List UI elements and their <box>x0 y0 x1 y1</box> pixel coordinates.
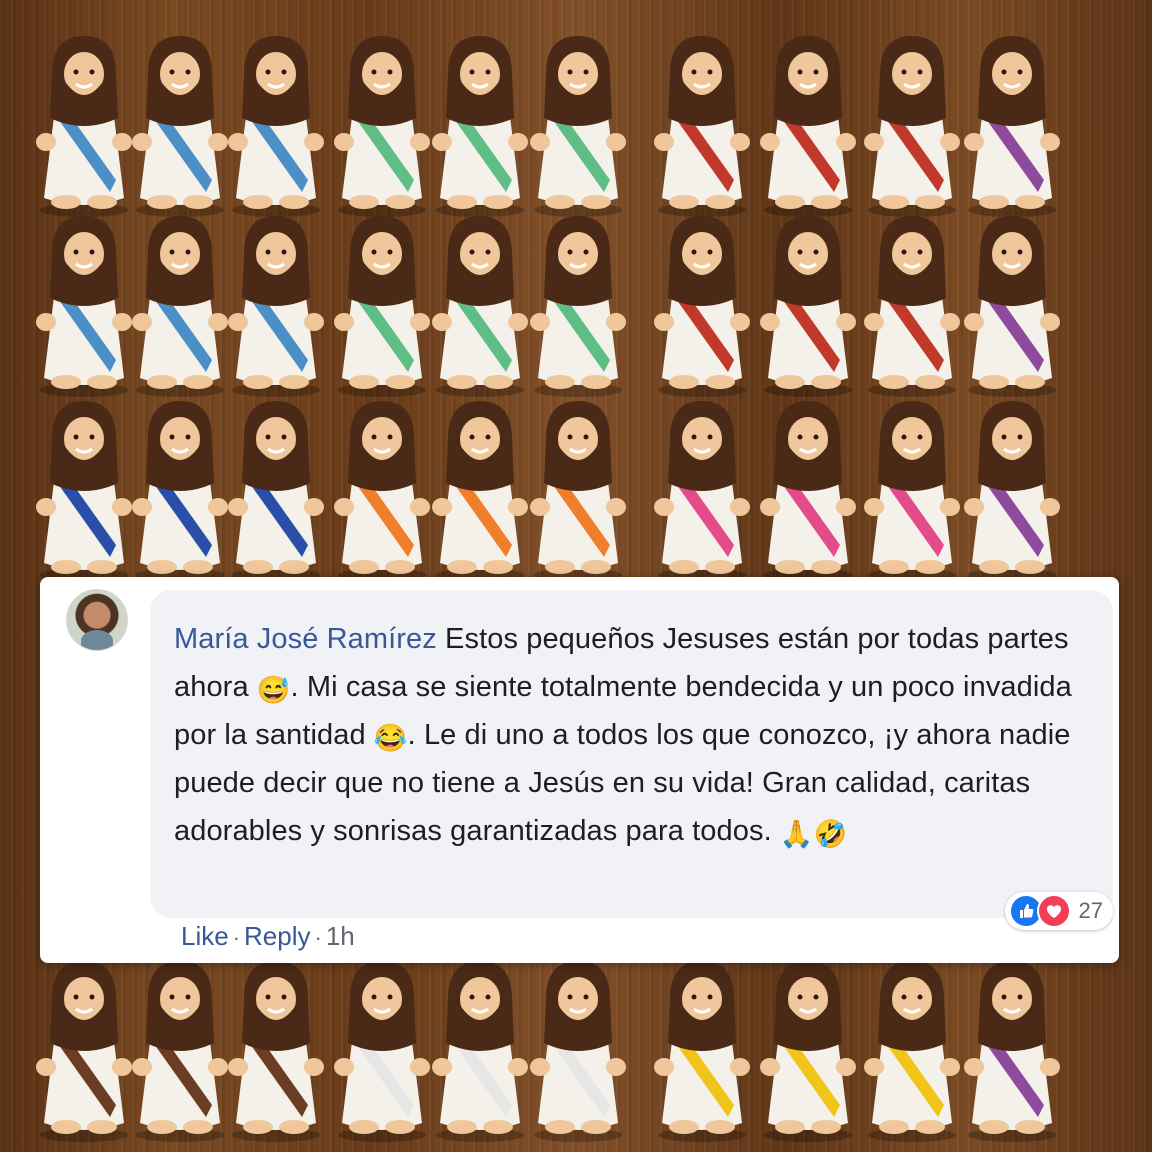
avatar[interactable] <box>66 589 128 651</box>
jesus-figurine <box>756 30 860 220</box>
jesus-figurine <box>32 395 136 585</box>
jesus-figurine <box>128 30 232 220</box>
jesus-figurine <box>330 955 434 1145</box>
jesus-figurine <box>128 955 232 1145</box>
jesus-figurine <box>960 955 1064 1145</box>
jesus-figurine <box>960 210 1064 400</box>
author-name[interactable]: María José Ramírez <box>174 623 437 655</box>
jesus-figurine <box>650 395 754 585</box>
jesus-figurine <box>756 210 860 400</box>
jesus-figurine <box>330 395 434 585</box>
reply-link[interactable]: Reply <box>244 921 310 952</box>
jesus-figurine <box>224 210 328 400</box>
jesus-figurine <box>428 210 532 400</box>
jesus-figurines-photo <box>0 0 1152 1152</box>
jesus-figurine <box>428 955 532 1145</box>
jesus-figurine <box>224 395 328 585</box>
comment-card: María José Ramírez Estos pequeños Jesuse… <box>40 577 1119 963</box>
folded-hands-emoji: 🙏 <box>779 819 814 849</box>
comment-text: María José Ramírez Estos pequeños Jesuse… <box>174 615 1074 855</box>
sweat-smile-emoji: 😅 <box>256 675 291 705</box>
jesus-figurine <box>330 30 434 220</box>
love-icon <box>1036 894 1071 928</box>
jesus-figurine <box>224 955 328 1145</box>
comment-bubble: María José Ramírez Estos pequeños Jesuse… <box>150 590 1113 930</box>
jesus-figurine <box>756 955 860 1145</box>
jesus-figurine <box>960 395 1064 585</box>
reaction-count: 27 <box>1078 898 1103 923</box>
jesus-figurine <box>860 955 964 1145</box>
jesus-figurine <box>960 30 1064 220</box>
jesus-figurine <box>756 395 860 585</box>
jesus-figurine <box>128 210 232 400</box>
like-link[interactable]: Like <box>181 921 229 952</box>
jesus-figurine <box>32 210 136 400</box>
jesus-figurine <box>650 30 754 220</box>
jesus-figurine <box>330 210 434 400</box>
reactions-summary[interactable]: 27 <box>1004 892 1113 930</box>
rolling-laughing-emoji: 🤣 <box>813 819 848 849</box>
separator: · <box>232 925 241 950</box>
comment-actions: Like · Reply · 1h <box>181 921 355 952</box>
timestamp[interactable]: 1h <box>326 921 355 952</box>
jesus-figurine <box>860 395 964 585</box>
tears-of-joy-emoji: 😂 <box>373 723 408 753</box>
jesus-figurine <box>526 30 630 220</box>
jesus-figurine <box>428 30 532 220</box>
jesus-figurine <box>860 30 964 220</box>
jesus-figurine <box>32 955 136 1145</box>
jesus-figurine <box>32 30 136 220</box>
jesus-figurine <box>526 210 630 400</box>
separator: · <box>314 925 322 950</box>
jesus-figurine <box>526 395 630 585</box>
jesus-figurine <box>860 210 964 400</box>
jesus-figurine <box>428 395 532 585</box>
jesus-figurine <box>650 210 754 400</box>
jesus-figurine <box>224 30 328 220</box>
jesus-figurine <box>526 955 630 1145</box>
jesus-figurine <box>650 955 754 1145</box>
jesus-figurine <box>128 395 232 585</box>
